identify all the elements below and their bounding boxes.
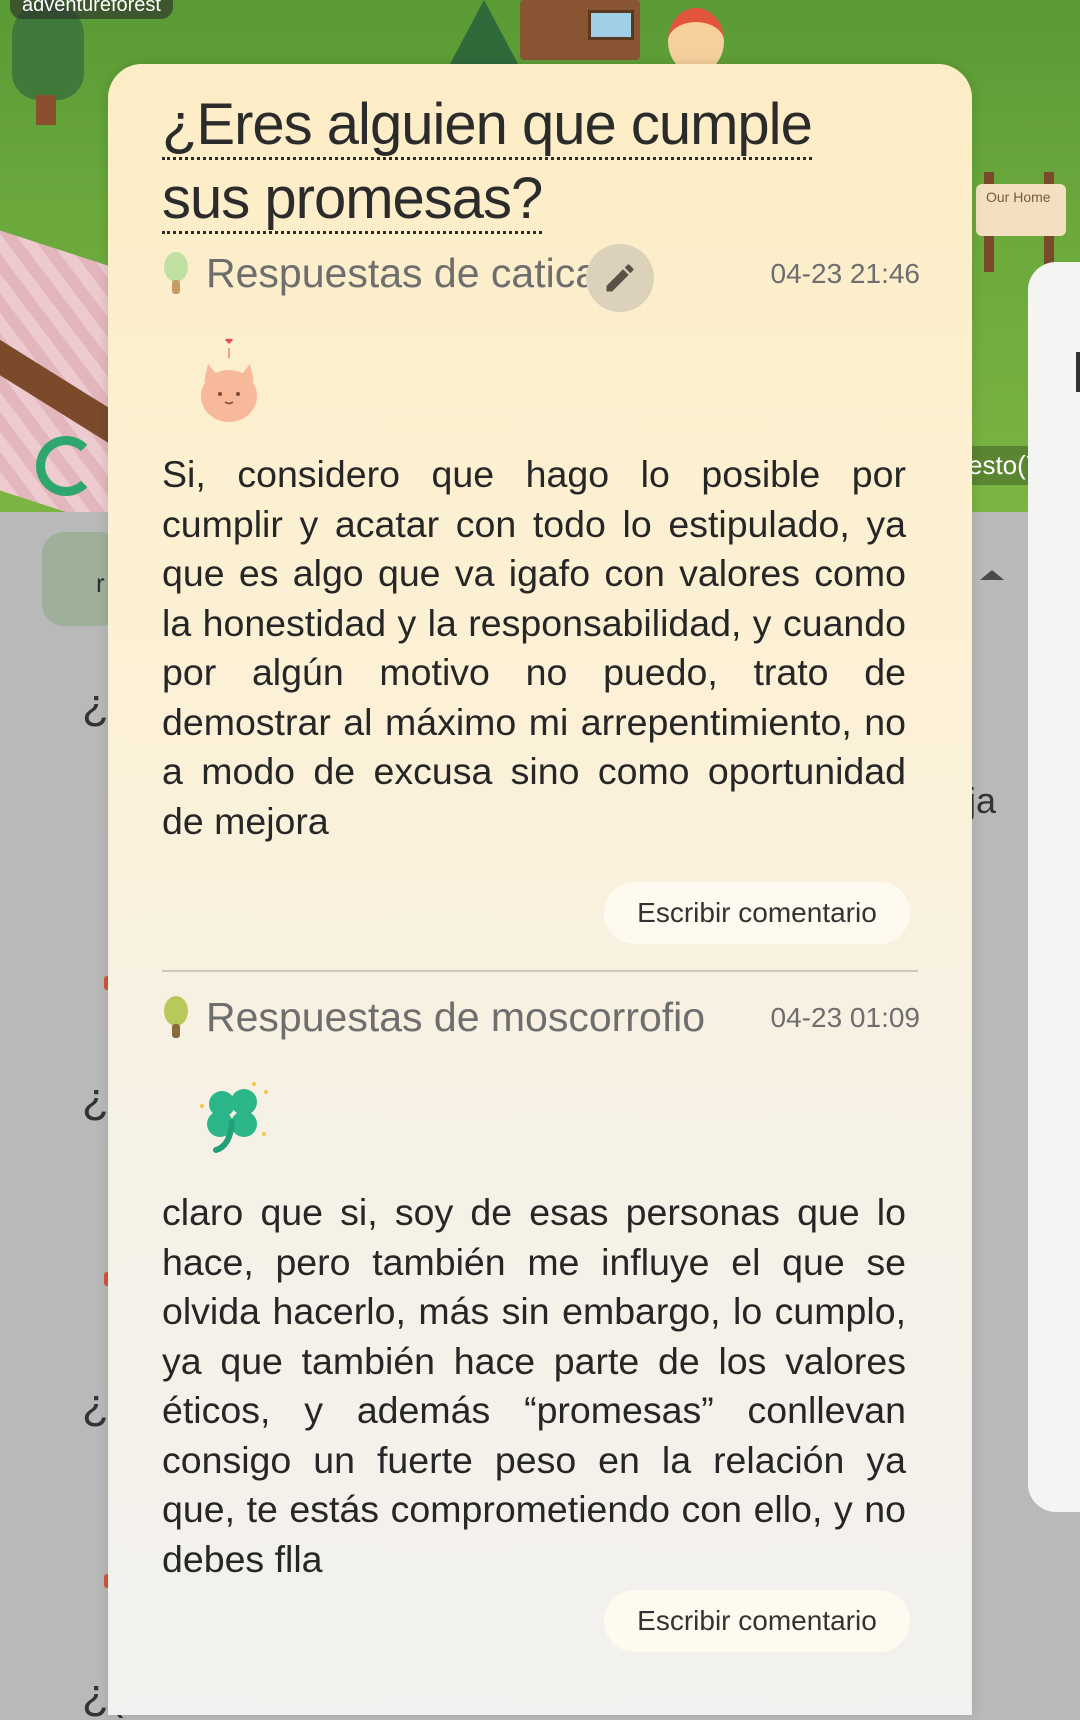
pine-tree-icon — [450, 0, 518, 64]
tree-sprout-icon — [162, 252, 188, 296]
answer-author: Respuestas de catica — [206, 250, 599, 296]
tree-character-icon — [162, 996, 188, 1040]
home-sign: Our Home — [976, 184, 1066, 236]
scene-label: adventureforest — [10, 0, 173, 19]
answer-header: Respuestas de catica 04-23 21:46 — [162, 244, 920, 312]
question-answers-modal: ¿Eres alguien que cumple sus promesas? R… — [108, 64, 972, 1715]
question-title: ¿Eres alguien que cumple sus promesas? — [162, 88, 902, 236]
answer-author: Respuestas de moscorrofio — [206, 994, 706, 1040]
refresh-icon[interactable] — [36, 436, 96, 496]
pencil-icon — [606, 264, 634, 292]
write-comment-button[interactable]: Escribir comentario — [604, 1590, 910, 1652]
answer-date: 04-23 21:46 — [770, 258, 920, 289]
adjacent-card[interactable] — [1028, 262, 1080, 1512]
answer-divider — [162, 970, 918, 972]
edit-button[interactable] — [586, 244, 654, 312]
caret-up-icon[interactable] — [980, 570, 1004, 580]
answer-header: Respuestas de moscorrofio 04-23 01:09 — [162, 988, 920, 1048]
cabin-window — [588, 10, 634, 40]
write-comment-button[interactable]: Escribir comentario — [604, 882, 910, 944]
answer-date: 04-23 01:09 — [770, 1002, 920, 1033]
cat-with-heart-sticker — [201, 338, 257, 422]
answer-text: claro que si, soy de esas personas que l… — [162, 1191, 906, 1580]
answer-text: Si, considero que hago lo posible por cu… — [162, 453, 906, 842]
four-leaf-clover-sticker — [200, 1082, 268, 1153]
tree-trunk — [36, 95, 56, 125]
background-list-text: ja — [968, 780, 997, 821]
